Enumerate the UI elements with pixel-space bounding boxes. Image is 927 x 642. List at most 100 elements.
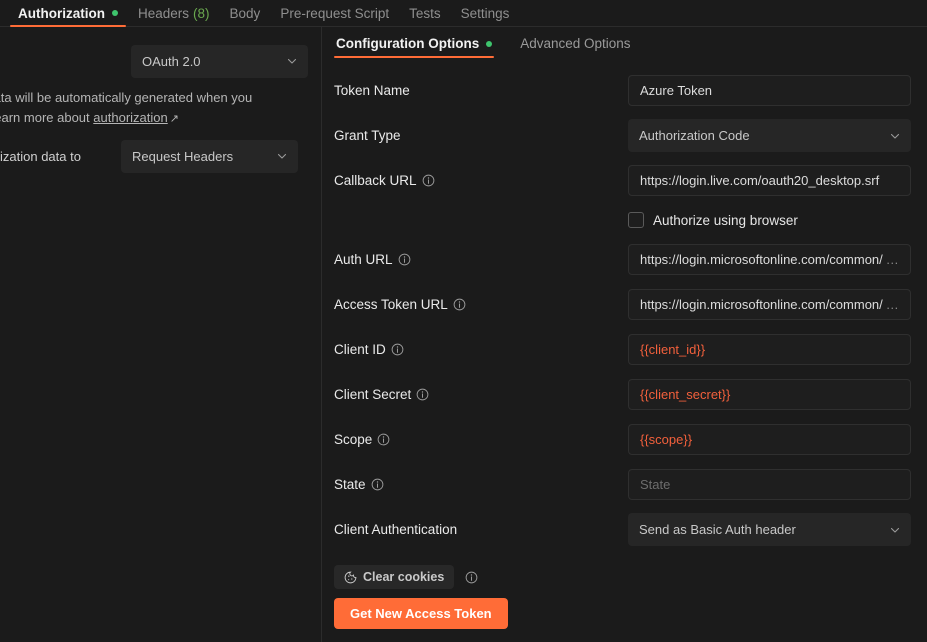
tab-pre-request-script-label: Pre-request Script: [280, 5, 390, 21]
subtab-configuration-options[interactable]: Configuration Options: [334, 31, 495, 58]
auth-type-value: OAuth 2.0: [142, 53, 201, 69]
info-icon[interactable]: [391, 343, 404, 356]
client-id-input[interactable]: {{client_id}}: [628, 334, 911, 365]
scope-label-text: Scope: [334, 432, 373, 447]
request-tab-bar: Authorization Headers (8) Body Pre-reque…: [0, 0, 927, 27]
state-label-text: State: [334, 477, 366, 492]
client-secret-input[interactable]: {{client_secret}}: [628, 379, 911, 410]
field-row-token-name: Token Name Azure Token: [323, 68, 927, 113]
authorization-description-line1: zation data will be automatically genera…: [0, 90, 253, 105]
grant-type-value: Authorization Code: [639, 128, 750, 143]
info-icon[interactable]: [416, 388, 429, 401]
tab-tests-label: Tests: [409, 5, 441, 21]
field-row-scope: Scope {{scope}}: [323, 417, 927, 462]
auth-url-label: Auth URL: [334, 252, 628, 267]
chevron-down-icon: [890, 131, 900, 141]
state-placeholder: State: [640, 477, 671, 492]
tab-headers[interactable]: Headers (8): [128, 0, 220, 26]
tab-settings-label: Settings: [460, 5, 510, 21]
auth-url-truncation-ellipsis: …: [885, 252, 899, 267]
authorize-using-browser-checkbox-row[interactable]: Authorize using browser: [628, 205, 911, 235]
auth-url-label-text: Auth URL: [334, 252, 393, 267]
authorization-left-panel: OAuth 2.0 zation data will be automatica…: [0, 27, 322, 642]
token-name-value: Azure Token: [640, 83, 713, 98]
info-icon[interactable]: [371, 478, 384, 491]
scope-input[interactable]: {{scope}}: [628, 424, 911, 455]
auth-type-row: OAuth 2.0: [0, 44, 321, 78]
token-name-label: Token Name: [334, 83, 410, 98]
auth-url-input[interactable]: https://login.microsoftonline.com/common…: [628, 244, 911, 275]
access-token-url-input[interactable]: https://login.microsoftonline.com/common…: [628, 289, 911, 320]
access-token-url-truncation-ellipsis: …: [885, 297, 899, 312]
subtab-configuration-options-label: Configuration Options: [336, 36, 480, 51]
authorization-configured-dot: [112, 10, 118, 16]
field-row-access-token-url: Access Token URL https://login.microsoft…: [323, 282, 927, 327]
subtab-advanced-options[interactable]: Advanced Options: [518, 31, 632, 56]
subtab-advanced-options-label: Advanced Options: [520, 36, 631, 51]
tab-pre-request-script[interactable]: Pre-request Script: [270, 0, 399, 26]
authorization-description: zation data will be automatically genera…: [0, 78, 288, 135]
client-id-label-text: Client ID: [334, 342, 386, 357]
scope-label: Scope: [334, 432, 628, 447]
client-id-value: {{client_id}}: [640, 342, 706, 357]
clear-cookies-button[interactable]: Clear cookies: [334, 565, 455, 589]
info-icon[interactable]: [398, 253, 411, 266]
grant-type-select[interactable]: Authorization Code: [628, 119, 911, 152]
scope-value: {{scope}}: [640, 432, 693, 447]
add-auth-data-to-row: ization data to Request Headers: [0, 139, 321, 173]
client-secret-value: {{client_secret}}: [640, 387, 731, 402]
field-row-client-id: Client ID {{client_id}}: [323, 327, 927, 372]
oauth2-form: Token Name Azure Token Grant Type Author…: [323, 56, 927, 629]
client-authentication-select[interactable]: Send as Basic Auth header: [628, 513, 911, 546]
configuration-complete-dot: [486, 40, 493, 47]
grant-type-label: Grant Type: [334, 128, 401, 143]
field-row-authorize-using-browser: Authorize using browser: [323, 203, 927, 237]
field-row-grant-type: Grant Type Authorization Code: [323, 113, 927, 158]
auth-type-select[interactable]: OAuth 2.0: [131, 44, 308, 78]
tab-body[interactable]: Body: [220, 0, 271, 26]
state-label: State: [334, 477, 628, 492]
authorize-using-browser-label: Authorize using browser: [653, 212, 798, 228]
access-token-url-label: Access Token URL: [334, 297, 628, 312]
clear-cookies-label: Clear cookies: [363, 570, 445, 584]
chevron-down-icon: [890, 525, 900, 535]
token-name-input[interactable]: Azure Token: [628, 75, 911, 106]
state-input[interactable]: State: [628, 469, 911, 500]
client-id-label: Client ID: [334, 342, 628, 357]
tab-settings[interactable]: Settings: [451, 0, 520, 26]
field-row-client-secret: Client Secret {{client_secret}}: [323, 372, 927, 417]
info-icon[interactable]: [465, 571, 478, 584]
oauth2-configuration-panel: Configuration Options Advanced Options T…: [323, 27, 927, 642]
callback-url-input[interactable]: https://login.live.com/oauth20_desktop.s…: [628, 165, 911, 196]
info-icon[interactable]: [377, 433, 390, 446]
info-icon[interactable]: [453, 298, 466, 311]
tab-tests[interactable]: Tests: [399, 0, 451, 26]
callback-url-value: https://login.live.com/oauth20_desktop.s…: [640, 173, 880, 188]
access-token-url-label-text: Access Token URL: [334, 297, 448, 312]
add-auth-data-to-value: Request Headers: [132, 148, 234, 164]
client-secret-label: Client Secret: [334, 387, 628, 402]
field-row-callback-url: Callback URL https://login.live.com/oaut…: [323, 158, 927, 203]
field-row-auth-url: Auth URL https://login.microsoftonline.c…: [323, 237, 927, 282]
callback-url-label: Callback URL: [334, 173, 628, 188]
field-row-client-authentication: Client Authentication Send as Basic Auth…: [323, 507, 927, 552]
add-auth-data-to-label: ization data to: [0, 148, 81, 164]
tab-headers-label: Headers: [138, 5, 190, 21]
access-token-url-value: https://login.microsoftonline.com/common…: [640, 297, 883, 312]
authorization-learn-more-link[interactable]: authorization: [93, 110, 167, 125]
get-new-access-token-button[interactable]: Get New Access Token: [334, 598, 508, 629]
authorize-using-browser-checkbox[interactable]: [628, 212, 644, 228]
client-secret-label-text: Client Secret: [334, 387, 412, 402]
client-authentication-label: Client Authentication: [334, 522, 458, 537]
tab-body-label: Body: [229, 5, 261, 21]
tab-authorization[interactable]: Authorization: [8, 0, 128, 27]
tab-authorization-label: Authorization: [18, 5, 105, 21]
auth-url-value: https://login.microsoftonline.com/common…: [640, 252, 883, 267]
tab-headers-count: (8): [193, 5, 210, 21]
client-authentication-value: Send as Basic Auth header: [639, 522, 796, 537]
configuration-subtab-bar: Configuration Options Advanced Options: [323, 27, 927, 58]
info-icon[interactable]: [422, 174, 435, 187]
add-auth-data-to-select[interactable]: Request Headers: [121, 139, 298, 173]
authorization-description-line2: quest. Learn more about: [0, 110, 90, 125]
callback-url-label-text: Callback URL: [334, 173, 417, 188]
